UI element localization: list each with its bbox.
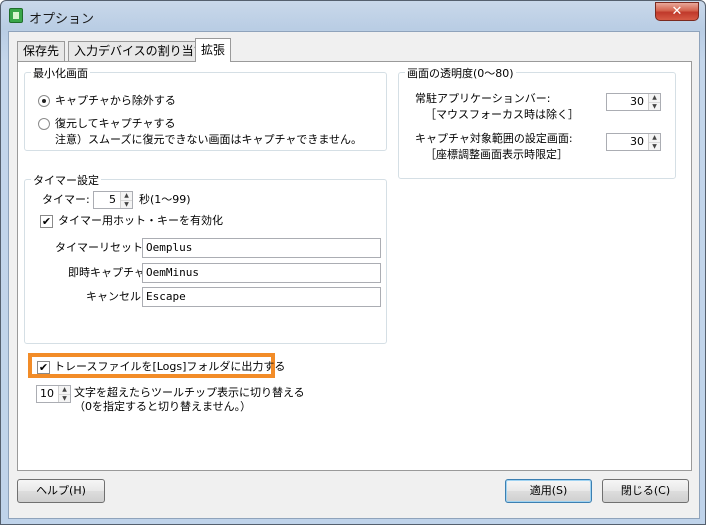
cancel-key-input[interactable]: Escape [142,287,381,307]
capture-range-label: キャプチャ対象範囲の設定画面: [415,132,573,145]
window-title: オプション [29,12,95,27]
trace-file-checkbox[interactable]: ✔ [37,361,50,374]
timer-seconds-spinner[interactable]: 5 ▲ ▼ [93,191,133,209]
dialog-client-area: 保存先 入力デバイスの割り当て 拡張 最小化画面 キャプチャから除外する 復元し… [8,31,700,519]
tooltip-note: （0を指定すると切り替えません。） [74,400,252,413]
minimize-screen-group: 最小化画面 キャプチャから除外する 復元してキャプチャする 注意）スムーズに復元… [24,65,387,151]
resident-app-bar-label: 常駐アプリケーションバー: [415,92,551,105]
minimize-group-title: 最小化画面 [31,65,90,81]
spinner-arrows[interactable]: ▲ ▼ [58,386,70,402]
radio-restore-label[interactable]: 復元してキャプチャする [55,117,176,131]
minimize-note: 注意）スムーズに復元できない画面はキャプチャできません。 [55,133,363,146]
close-window-button[interactable]: ✕ [655,2,699,21]
tooltip-char-value[interactable]: 10 [37,386,57,402]
timer-group-title: タイマー設定 [31,172,101,188]
instant-capture-input[interactable]: OemMinus [142,263,381,283]
help-button[interactable]: ヘルプ(H) [17,479,105,503]
capture-transparency-value[interactable]: 30 [607,134,647,150]
resident-transparency-spinner[interactable]: 30 ▲ ▼ [606,93,661,111]
radio-exclude-from-capture[interactable] [38,95,50,107]
spin-down-icon[interactable]: ▼ [649,102,660,110]
title-bar[interactable]: オプション ✕ [1,1,706,31]
tab-panel-extended: 最小化画面 キャプチャから除外する 復元してキャプチャする 注意）スムーズに復元… [17,61,692,471]
spin-up-icon[interactable]: ▲ [121,192,132,200]
radio-exclude-label[interactable]: キャプチャから除外する [55,94,176,108]
spin-up-icon[interactable]: ▲ [649,134,660,142]
app-icon [9,8,23,23]
radio-restore-and-capture[interactable] [38,118,50,130]
timer-reset-label: タイマーリセット: [55,241,147,254]
cancel-key-label: キャンセル: [86,290,145,303]
tooltip-char-spinner[interactable]: 10 ▲ ▼ [36,385,71,403]
options-window: オプション ✕ 保存先 入力デバイスの割り当て 拡張 最小化画面 キャプチャから… [0,0,706,525]
resident-app-bar-sublabel: ［マウスフォーカス時は除く］ [425,108,579,121]
spin-down-icon[interactable]: ▼ [649,142,660,150]
transparency-group: 画面の透明度(0〜80) 常駐アプリケーションバー: ［マウスフォーカス時は除く… [398,65,676,179]
spinner-arrows[interactable]: ▲ ▼ [648,94,660,110]
spin-up-icon[interactable]: ▲ [59,386,70,394]
transparency-group-title: 画面の透明度(0〜80) [405,65,516,81]
close-button[interactable]: 閉じる(C) [602,479,689,503]
timer-settings-group: タイマー設定 タイマー: 5 ▲ ▼ 秒(1〜99) ✔ タイマー用ホット・キーを… [24,172,387,344]
timer-label: タイマー: [42,193,90,206]
tooltip-label: 文字を超えたらツールチップ表示に切り替える [74,386,305,399]
tab-input-device-assignment[interactable]: 入力デバイスの割り当て [68,41,212,61]
spin-down-icon[interactable]: ▼ [121,200,132,208]
trace-file-label[interactable]: トレースファイルを[Logs]フォルダに出力する [54,360,285,374]
capture-range-sublabel: ［座標調整画面表示時限定］ [425,148,568,161]
hotkey-checkbox-label[interactable]: タイマー用ホット・キーを有効化 [58,214,223,228]
timer-unit-label: 秒(1〜99) [139,193,191,206]
timer-reset-input[interactable]: Oemplus [142,238,381,258]
resident-transparency-value[interactable]: 30 [607,94,647,110]
timer-seconds-value[interactable]: 5 [94,192,119,208]
tab-save-destination[interactable]: 保存先 [17,41,66,61]
spin-up-icon[interactable]: ▲ [649,94,660,102]
capture-transparency-spinner[interactable]: 30 ▲ ▼ [606,133,661,151]
hotkey-checkbox[interactable]: ✔ [40,215,53,228]
spinner-arrows[interactable]: ▲ ▼ [120,192,132,208]
apply-button[interactable]: 適用(S) [505,479,592,503]
tab-extended[interactable]: 拡張 [195,38,232,62]
spinner-arrows[interactable]: ▲ ▼ [648,134,660,150]
spin-down-icon[interactable]: ▼ [59,394,70,402]
instant-capture-label: 即時キャプチャ: [68,266,149,279]
